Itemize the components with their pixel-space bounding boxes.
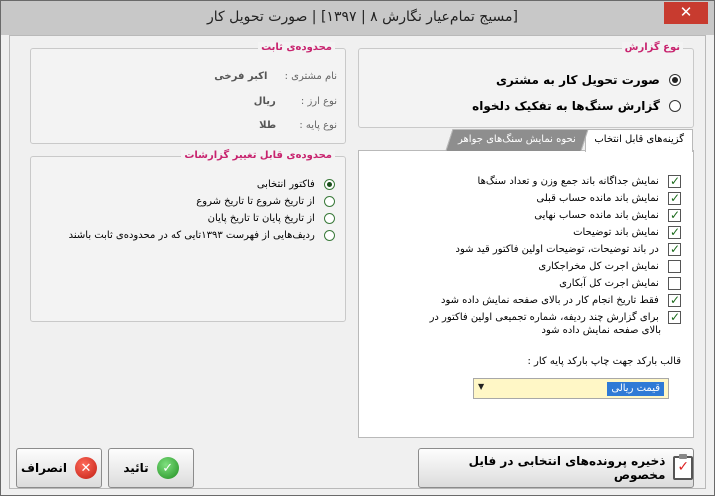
dialog-body: محدوده‌ی ثابت نام مشتری : اکبر فرخی نوع … [9, 35, 706, 489]
fixed-area-legend: محدوده‌ی ثابت [258, 42, 335, 53]
option-label: نمایش اجرت کل آبکاری [559, 278, 659, 289]
cancel-button[interactable]: ✕ انصراف [16, 448, 102, 488]
range-option-end-label: از تاریخ پایان تا تاریخ پایان [207, 213, 315, 224]
check-icon: ✓ [156, 457, 179, 479]
checkbox-notes-band[interactable] [668, 225, 681, 239]
checkbox-first-invoice-notes[interactable] [668, 242, 681, 256]
radio-range-invoice[interactable] [324, 179, 335, 190]
dialog-window: [مسیج تمام‌عیار نگارش ۸ | ۱۳۹۷] | صورت ت… [0, 0, 715, 496]
cancel-label: انصراف [21, 461, 67, 475]
checkbox-prev-balance[interactable] [668, 191, 681, 205]
option-row[interactable]: نمایش اجرت کل مخراجکاری [538, 260, 681, 273]
currency-label: نوع ارز : [300, 96, 337, 107]
customer-name-label: نام مشتری : [284, 71, 337, 82]
radio-range-start[interactable] [324, 196, 335, 207]
option-label-continued: بالای صفحه نمایش داده شود [541, 325, 661, 336]
report-option-delivery-label: صورت تحویل کار به مشتری [495, 73, 660, 87]
report-range-legend: محدوده‌ی قابل تغییر گزارشات [181, 150, 335, 161]
base-type-label: نوع پایه : [299, 120, 337, 131]
range-option-list-label: ردیف‌هایی از فهرست ۱۳۹۳تایی که در محدوده… [68, 230, 315, 241]
option-label: در باند توضیحات، توضیحات اولین فاکتور قی… [455, 244, 659, 255]
barcode-label: قالب بارکد جهت چاپ بارکد پایه کار : [527, 356, 681, 367]
save-selected-files-button[interactable]: ذخیره پرونده‌های انتخابی در فایل مخصوص [418, 448, 694, 488]
option-label: برای گزارش چند ردیفه، شماره تجمیعی اولین… [429, 312, 659, 323]
checkbox-plating-wage[interactable] [668, 277, 681, 290]
report-option-stones-label: گزارش سنگ‌ها به تفکیک دلخواه [472, 99, 660, 113]
checkbox-aggregate-number[interactable] [668, 310, 681, 324]
barcode-template-select[interactable]: قیمت ریالی ▼ [473, 378, 669, 399]
option-row[interactable]: نمایش اجرت کل آبکاری [559, 277, 681, 290]
option-row[interactable]: فقط تاریخ انجام کار در بالای صفحه نمایش … [441, 293, 681, 307]
option-label: نمایش باند توضیحات [573, 227, 659, 238]
option-label: فقط تاریخ انجام کار در بالای صفحه نمایش … [441, 295, 659, 306]
option-row[interactable]: نمایش باند مانده حساب قبلی [536, 191, 681, 205]
checkbox-stone-totals[interactable] [668, 174, 681, 188]
currency-row: نوع ارز : ریال [254, 96, 337, 107]
radio-stones[interactable] [669, 100, 681, 112]
option-label: نمایش باند مانده حساب نهایی [534, 210, 659, 221]
base-type-value: طلا [259, 120, 277, 131]
confirm-label: تائید [123, 461, 149, 475]
option-label: نمایش جداگانه باند جمع وزن و تعداد سنگ‌ه… [477, 176, 659, 187]
radio-range-end[interactable] [324, 213, 335, 224]
checkbox-final-balance[interactable] [668, 208, 681, 222]
tab-gem-display-label: نحوه نمایش سنگ‌های جواهر [458, 134, 576, 145]
fixed-area-group: محدوده‌ی ثابت نام مشتری : اکبر فرخی نوع … [30, 42, 346, 144]
options-tab-panel: گزینه‌های قابل انتخاب نحوه نمایش سنگ‌های… [358, 129, 694, 438]
cancel-icon: ✕ [74, 457, 97, 479]
checkbox-work-date-only[interactable] [668, 293, 681, 307]
dropdown-arrow-icon[interactable]: ▼ [478, 382, 484, 391]
range-option-start[interactable]: از تاریخ شروع تا تاریخ شروع [196, 196, 335, 208]
option-label: نمایش باند مانده حساب قبلی [536, 193, 659, 204]
barcode-template-value: قیمت ریالی [607, 382, 664, 396]
report-option-stones[interactable]: گزارش سنگ‌ها به تفکیک دلخواه [472, 99, 681, 113]
option-row[interactable]: در باند توضیحات، توضیحات اولین فاکتور قی… [455, 242, 681, 256]
clipboard-check-icon [673, 454, 693, 480]
customer-name-value: اکبر فرخی [214, 71, 268, 82]
close-button[interactable]: ✕ [664, 2, 708, 24]
save-selected-files-label: ذخیره پرونده‌های انتخابی در فایل مخصوص [468, 454, 666, 482]
report-type-group: نوع گزارش صورت تحویل کار به مشتری گزارش … [358, 42, 694, 128]
checkbox-setting-wage[interactable] [668, 260, 681, 273]
range-option-list[interactable]: ردیف‌هایی از فهرست ۱۳۹۳تایی که در محدوده… [69, 230, 335, 242]
tab-selectable-options[interactable]: گزینه‌های قابل انتخاب [585, 129, 693, 152]
window-title: [مسیج تمام‌عیار نگارش ۸ | ۱۳۹۷] | صورت ت… [207, 9, 518, 25]
title-bar[interactable]: [مسیج تمام‌عیار نگارش ۸ | ۱۳۹۷] | صورت ت… [1, 1, 714, 35]
option-row[interactable]: نمایش باند مانده حساب نهایی [534, 208, 681, 222]
tab-gem-display[interactable]: نحوه نمایش سنگ‌های جواهر [445, 129, 589, 151]
option-row[interactable]: نمایش جداگانه باند جمع وزن و تعداد سنگ‌ه… [477, 174, 681, 188]
report-option-delivery[interactable]: صورت تحویل کار به مشتری [496, 73, 681, 87]
range-option-invoice-label: فاکتور انتخابی [256, 179, 315, 190]
currency-value: ریال [253, 96, 276, 107]
range-option-end[interactable]: از تاریخ پایان تا تاریخ پایان [208, 213, 335, 225]
range-option-start-label: از تاریخ شروع تا تاریخ شروع [196, 196, 315, 207]
customer-name-row: نام مشتری : اکبر فرخی [214, 71, 337, 82]
radio-delivery[interactable] [669, 74, 681, 86]
option-label: نمایش اجرت کل مخراجکاری [538, 261, 659, 272]
option-row[interactable]: نمایش باند توضیحات [573, 225, 681, 239]
option-row[interactable]: برای گزارش چند ردیفه، شماره تجمیعی اولین… [429, 310, 681, 324]
range-option-invoice[interactable]: فاکتور انتخابی [257, 179, 335, 191]
radio-range-list[interactable] [324, 230, 335, 241]
report-type-legend: نوع گزارش [621, 42, 683, 53]
confirm-button[interactable]: ✓ تائید [108, 448, 194, 488]
report-range-group: محدوده‌ی قابل تغییر گزارشات فاکتور انتخا… [30, 150, 346, 322]
base-type-row: نوع پایه : طلا [259, 120, 337, 131]
